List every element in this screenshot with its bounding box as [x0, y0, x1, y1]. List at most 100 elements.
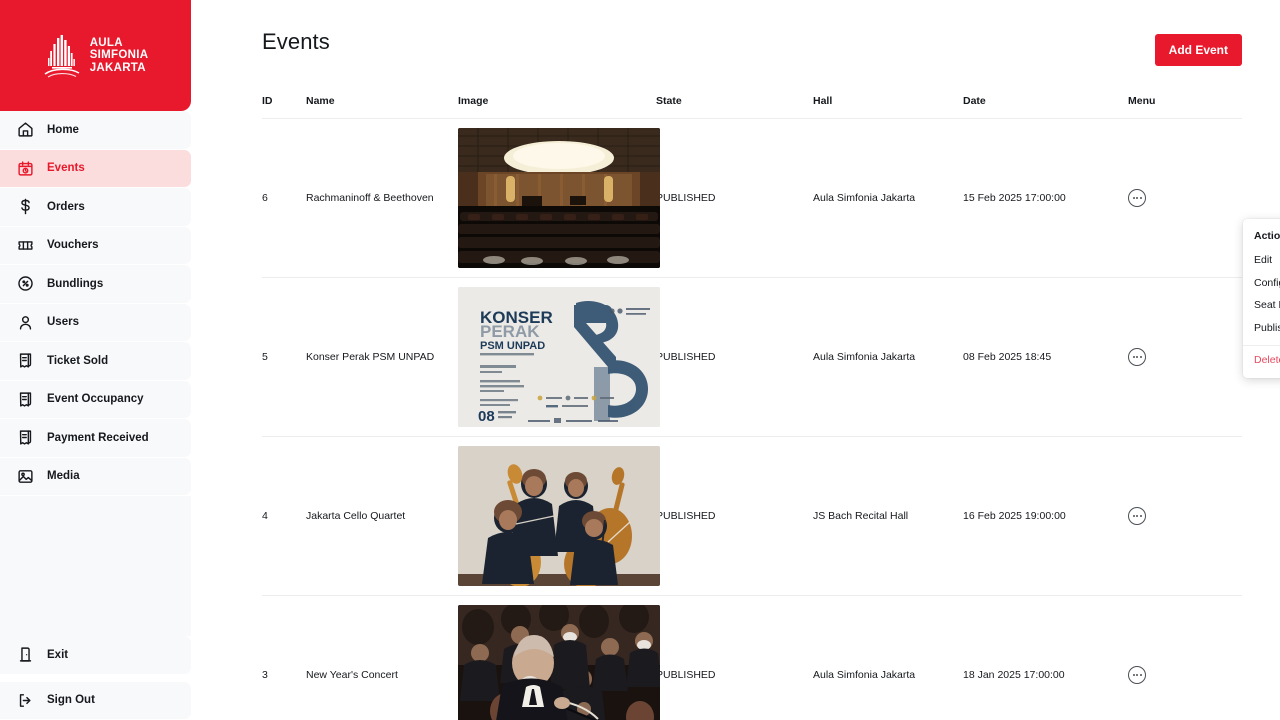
cell-hall: Aula Simfonia Jakarta — [813, 595, 963, 720]
calendar-clock-icon — [17, 160, 34, 177]
table-header-row: ID Name Image State Hall Date Menu — [262, 95, 1242, 119]
receipt-icon — [17, 352, 34, 369]
cell-date: 08 Feb 2025 18:45 — [963, 277, 1128, 437]
ticket-icon — [17, 237, 34, 254]
sidebar-item-bundlings[interactable]: Bundlings — [0, 265, 191, 304]
column-header-menu: Menu — [1128, 95, 1242, 119]
sidebar-item-payment-received[interactable]: Payment Received — [0, 419, 191, 458]
events-table: ID Name Image State Hall Date Menu 6 Rac… — [262, 95, 1242, 720]
cell-hall: Aula Simfonia Jakarta — [813, 118, 963, 278]
sidebar-item-media[interactable]: Media — [0, 457, 191, 496]
cell-name: Jakarta Cello Quartet — [306, 436, 458, 596]
page-title: Events — [262, 29, 330, 54]
cell-name: New Year's Concert — [306, 595, 458, 720]
sidebar-item-label: Exit — [47, 648, 69, 661]
table-row[interactable]: 3 New Year's Concert PUBLISHED Aula Simf… — [262, 595, 1242, 720]
three-dots-circle-icon[interactable] — [1128, 666, 1146, 684]
event-thumbnail-konser-perak-poster: KONSER PERAK PSM UNPAD 08 — [458, 287, 660, 427]
brand-line-1: AULA — [89, 36, 123, 49]
sidebar-item-label: Media — [47, 470, 80, 483]
menu-item-config-seat[interactable]: Config Seat — [1243, 271, 1280, 294]
sidebar-item-label: Payment Received — [47, 431, 149, 444]
sign-out-icon — [17, 692, 34, 709]
menu-item-label: Edit — [1254, 254, 1273, 266]
table-header: ID Name Image State Hall Date Menu — [262, 95, 1242, 119]
cell-state: PUBLISHED — [656, 277, 813, 437]
main-content: Events Add Event ID Name Image State Hal… — [191, 0, 1280, 720]
sidebar-item-events[interactable]: Events — [0, 149, 191, 188]
menu-item-published[interactable]: Published — [1243, 316, 1280, 339]
sidebar-spacer — [0, 496, 191, 636]
sidebar-item-sign-out[interactable]: Sign Out — [0, 681, 191, 720]
sidebar-item-users[interactable]: Users — [0, 303, 191, 342]
app-root: AULA SIMFONIA JAKARTA Home Events Orders… — [0, 0, 1280, 720]
cell-id: 6 — [262, 118, 306, 278]
cell-id: 4 — [262, 436, 306, 596]
sidebar-item-exit[interactable]: Exit — [0, 636, 191, 675]
sidebar: AULA SIMFONIA JAKARTA Home Events Orders… — [0, 0, 191, 720]
user-icon — [17, 314, 34, 331]
menu-item-label: Seat Map — [1254, 299, 1280, 311]
menu-item-seat-map[interactable]: Seat Map — [1243, 294, 1280, 316]
brand-wordmark: AULA SIMFONIA JAKARTA — [90, 37, 149, 75]
organ-pipes-building-icon — [43, 34, 81, 78]
sidebar-item-label: Bundlings — [47, 277, 104, 290]
column-header-image: Image — [458, 95, 656, 119]
cell-name: Rachmaninoff & Beethoven — [306, 118, 458, 278]
sidebar-item-label: Orders — [47, 200, 85, 213]
sidebar-nav: Home Events Orders Vouchers Bundlings Us… — [0, 111, 191, 496]
cell-date: 18 Jan 2025 17:00:00 — [963, 595, 1128, 720]
page-header: Events Add Event — [191, 0, 1280, 66]
door-exit-icon — [17, 646, 34, 663]
sidebar-item-label: Home — [47, 123, 79, 136]
menu-item-label: Config Seat — [1254, 276, 1280, 289]
cell-menu — [1128, 277, 1242, 437]
home-icon — [17, 121, 34, 138]
sidebar-item-ticket-sold[interactable]: Ticket Sold — [0, 342, 191, 381]
cell-state: PUBLISHED — [656, 595, 813, 720]
three-dots-circle-icon[interactable] — [1128, 189, 1146, 207]
cell-image — [458, 118, 660, 278]
sidebar-item-vouchers[interactable]: Vouchers — [0, 226, 191, 265]
menu-item-edit[interactable]: Edit — [1243, 249, 1280, 271]
svg-text:PSM UNPAD: PSM UNPAD — [480, 340, 545, 352]
table-body: 6 Rachmaninoff & Beethoven PUBLISHED Aul… — [262, 118, 1242, 720]
receipt-icon — [17, 429, 34, 446]
sidebar-item-home[interactable]: Home — [0, 111, 191, 150]
svg-text:08: 08 — [478, 408, 495, 425]
image-icon — [17, 468, 34, 485]
receipt-icon — [17, 391, 34, 408]
sidebar-item-label: Vouchers — [47, 239, 99, 252]
three-dots-circle-icon[interactable] — [1128, 348, 1146, 366]
table-row[interactable]: 4 Jakarta Cello Quartet PUBLISHED JS Bac… — [262, 436, 1242, 596]
cell-state: PUBLISHED — [656, 436, 813, 596]
brand-line-3: JAKARTA — [89, 61, 146, 74]
event-thumbnail-cello-quartet — [458, 446, 660, 586]
three-dots-circle-icon[interactable] — [1128, 507, 1146, 525]
cell-menu — [1128, 595, 1242, 720]
cell-state: PUBLISHED — [656, 118, 813, 278]
cell-menu — [1128, 436, 1242, 596]
sidebar-item-label: Event Occupancy — [47, 393, 144, 406]
events-table-container: ID Name Image State Hall Date Menu 6 Rac… — [191, 95, 1280, 720]
sidebar-item-orders[interactable]: Orders — [0, 188, 191, 227]
percent-circle-icon — [17, 275, 34, 292]
column-header-name: Name — [306, 95, 458, 119]
sidebar-item-label: Users — [47, 316, 79, 329]
table-row[interactable]: 5 Konser Perak PSM UNPAD KONSER PERAK PS… — [262, 277, 1242, 437]
column-header-hall: Hall — [813, 95, 963, 119]
cell-hall: Aula Simfonia Jakarta — [813, 277, 963, 437]
sidebar-item-label: Ticket Sold — [47, 354, 109, 367]
menu-item-delete[interactable]: Delete — [1243, 346, 1280, 378]
sidebar-item-event-occupancy[interactable]: Event Occupancy — [0, 380, 191, 419]
table-row[interactable]: 6 Rachmaninoff & Beethoven PUBLISHED Aul… — [262, 118, 1242, 278]
brand-logo[interactable]: AULA SIMFONIA JAKARTA — [0, 0, 191, 111]
add-event-button[interactable]: Add Event — [1154, 34, 1242, 66]
cell-date: 15 Feb 2025 17:00:00 — [963, 118, 1128, 278]
cell-image — [458, 436, 660, 596]
cell-name: Konser Perak PSM UNPAD — [306, 277, 458, 437]
cell-menu — [1128, 118, 1242, 278]
cell-id: 5 — [262, 277, 306, 437]
sidebar-item-label: Sign Out — [47, 694, 95, 707]
cell-image: KONSER PERAK PSM UNPAD 08 — [458, 277, 660, 437]
